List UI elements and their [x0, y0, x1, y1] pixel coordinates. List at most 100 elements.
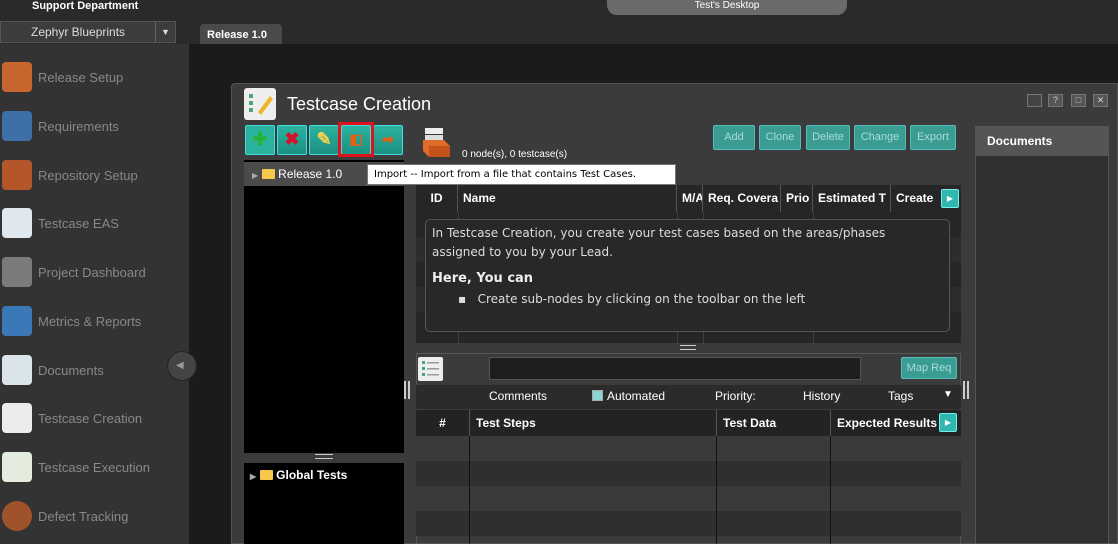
expand-icon[interactable]: ▶ — [252, 171, 258, 180]
sidebar-item-defect-tracking[interactable]: Defect Tracking — [0, 495, 189, 541]
column-header-test-data[interactable]: Test Data — [717, 410, 831, 436]
sidebar-item-label: Documents — [38, 363, 104, 378]
column-header-test-steps[interactable]: Test Steps — [470, 410, 717, 436]
map-req-button[interactable]: Map Req — [901, 357, 957, 379]
help-button[interactable]: ? — [1048, 94, 1063, 107]
panel-title: Testcase Creation — [287, 94, 432, 114]
maximize-button[interactable]: □ — [1071, 94, 1086, 107]
tree-node-global-tests[interactable]: ▶ Global Tests — [250, 468, 347, 482]
pencil-icon: ✎ — [316, 129, 332, 149]
column-divider — [830, 436, 831, 544]
chevron-down-icon[interactable]: ▼ — [943, 389, 953, 400]
automated-label: Automated — [607, 389, 666, 403]
export-icon: ➡ — [382, 131, 394, 147]
testcase-creation-icon — [2, 403, 32, 433]
column-header-req-coverage[interactable]: Req. Covera — [703, 185, 781, 212]
documents-panel — [975, 126, 1109, 544]
sidebar-collapse-handle[interactable]: ◀ — [167, 351, 197, 381]
sidebar-item-label: Testcase Creation — [38, 411, 143, 426]
automated-checkbox[interactable]: Automated — [592, 389, 665, 403]
sidebar-item-label: Testcase EAS — [38, 216, 119, 231]
testcase-eas-icon — [2, 208, 32, 238]
column-scroll-right-icon[interactable]: ▶ — [941, 189, 959, 208]
tree-node-label: Release 1.0 — [278, 167, 343, 181]
column-header-name[interactable]: Name — [458, 185, 677, 212]
delete-node-button[interactable]: ✖ — [277, 125, 307, 155]
sidebar-item-testcase-creation[interactable]: Testcase Creation — [0, 397, 189, 443]
chevron-down-icon[interactable]: ▼ — [155, 22, 175, 42]
sidebar-item-testcase-execution[interactable]: Testcase Execution — [0, 446, 189, 492]
release-setup-icon — [2, 62, 32, 92]
export-node-button[interactable]: ➡ — [373, 125, 403, 155]
project-dashboard-icon — [2, 257, 32, 287]
tree-splitter[interactable] — [315, 454, 333, 459]
sidebar-item-project-dashboard[interactable]: Project Dashboard — [0, 251, 189, 297]
help-info-box: In Testcase Creation, you create your te… — [425, 219, 950, 332]
sidebar-item-repository-setup[interactable]: Repository Setup — [0, 154, 189, 200]
column-divider — [469, 436, 470, 544]
column-header-estimated-time[interactable]: Estimated T — [813, 185, 891, 212]
info-text: assigned to you by your Lead. — [432, 245, 613, 259]
tab-tags[interactable]: Tags — [888, 389, 913, 403]
export-button[interactable]: Export — [910, 125, 956, 150]
project-select[interactable]: Zephyr Blueprints ▼ — [0, 21, 176, 43]
add-button[interactable]: Add — [713, 125, 755, 150]
sidebar-item-label: Metrics & Reports — [38, 314, 142, 329]
requirements-icon — [2, 111, 32, 141]
department-label: Support Department — [32, 0, 139, 12]
info-bullet-text: Create sub-nodes by clicking on the tool… — [477, 292, 806, 306]
folder-icon — [260, 470, 274, 480]
close-button[interactable]: ✕ — [1093, 94, 1108, 107]
testcase-box-icon — [422, 126, 452, 158]
sidebar: Release Setup Requirements Repository Se… — [0, 44, 189, 544]
testcase-creation-icon — [244, 88, 276, 120]
step-row[interactable] — [416, 511, 961, 536]
project-select-value: Zephyr Blueprints — [31, 25, 126, 39]
right-resize-handle[interactable] — [963, 381, 969, 399]
release-tab[interactable]: Release 1.0 — [200, 24, 282, 44]
priority-label[interactable]: Priority: — [715, 389, 756, 403]
step-row[interactable] — [416, 436, 961, 461]
import-tooltip: Import -- Import from a file that contai… — [367, 164, 676, 185]
edit-node-button[interactable]: ✎ — [309, 125, 339, 155]
grid-detail-splitter[interactable] — [680, 345, 696, 350]
delete-icon: ✖ — [284, 129, 300, 149]
sidebar-item-documents[interactable]: Documents — [0, 349, 189, 395]
sidebar-item-label: Repository Setup — [38, 168, 138, 183]
tab-history[interactable]: History — [803, 389, 840, 403]
column-scroll-right-icon[interactable]: ▶ — [939, 413, 957, 432]
clone-button[interactable]: Clone — [759, 125, 801, 150]
sidebar-item-testcase-eas[interactable]: Testcase EAS — [0, 202, 189, 248]
info-bullet: ▪ Create sub-nodes by clicking on the to… — [458, 292, 806, 306]
sidebar-item-label: Release Setup — [38, 70, 124, 85]
step-row[interactable] — [416, 486, 961, 511]
repository-setup-icon — [2, 160, 32, 190]
sidebar-item-label: Testcase Execution — [38, 460, 151, 475]
column-header-manual-auto[interactable]: M/A — [677, 185, 703, 212]
tree-node-label: Global Tests — [276, 468, 348, 482]
desktop-tab[interactable]: Test's Desktop — [607, 0, 847, 15]
column-header-priority[interactable]: Prio — [781, 185, 813, 212]
sidebar-item-release-setup[interactable]: Release Setup — [0, 56, 189, 102]
expand-icon[interactable]: ▶ — [250, 472, 256, 481]
column-header-id[interactable]: ID — [416, 185, 458, 212]
sidebar-item-label: Defect Tracking — [38, 509, 129, 524]
sidebar-item-metrics-reports[interactable]: Metrics & Reports — [0, 300, 189, 346]
minimize-button[interactable] — [1027, 94, 1042, 107]
top-bar: Support Department Test's Desktop Zephyr… — [0, 0, 1118, 44]
sidebar-item-label: Project Dashboard — [38, 265, 146, 280]
tree-panel — [244, 160, 404, 453]
left-resize-handle[interactable] — [404, 381, 410, 399]
info-text: In Testcase Creation, you create your te… — [432, 226, 886, 240]
add-node-button[interactable]: ✚ — [245, 125, 275, 155]
step-row[interactable] — [416, 461, 961, 486]
delete-button[interactable]: Delete — [806, 125, 850, 150]
folder-icon — [262, 169, 276, 179]
sidebar-item-requirements[interactable]: Requirements — [0, 105, 189, 151]
change-button[interactable]: Change — [854, 125, 906, 150]
column-header-step-number[interactable]: # — [416, 410, 470, 436]
testcase-name-input[interactable] — [489, 357, 861, 380]
checkbox-icon[interactable] — [592, 390, 603, 401]
tab-comments[interactable]: Comments — [489, 389, 547, 403]
testcase-execution-icon — [2, 452, 32, 482]
